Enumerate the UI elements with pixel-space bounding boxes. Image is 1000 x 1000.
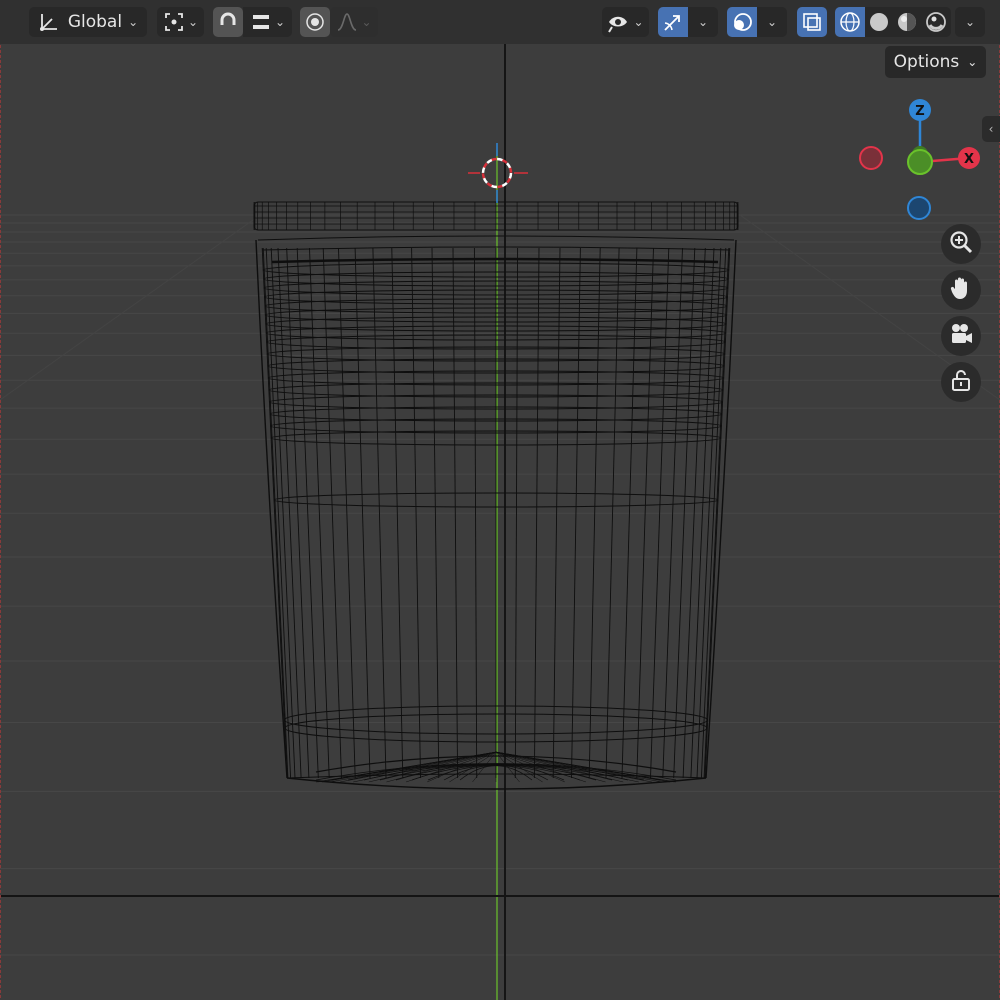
chevron-down-icon: ⌄ xyxy=(964,15,976,29)
pivot-point-icon xyxy=(163,11,185,33)
x-axis-label: X xyxy=(964,152,974,167)
snap-toggle[interactable] xyxy=(213,7,243,37)
snap-magnet-icon xyxy=(217,11,239,33)
overlays-toggle[interactable] xyxy=(727,7,757,37)
x-axis-handle[interactable]: X xyxy=(958,147,980,169)
snap-target-dropdown[interactable]: ⌄ xyxy=(243,7,292,37)
shading-material-button[interactable] xyxy=(893,7,921,37)
overlays-dropdown[interactable]: ⌄ xyxy=(757,7,787,37)
negative-x-axis-handle[interactable] xyxy=(859,146,883,170)
shading-wireframe-button[interactable] xyxy=(835,7,865,37)
camera-view-button[interactable] xyxy=(941,316,981,356)
chevron-down-icon: ⌄ xyxy=(128,15,139,29)
z-axis-label: Z xyxy=(915,104,924,119)
gizmo-dropdown[interactable]: ⌄ xyxy=(688,7,718,37)
zoom-button[interactable] xyxy=(941,224,981,264)
wireframe-sphere-icon xyxy=(839,11,861,33)
chevron-down-icon: ⌄ xyxy=(361,15,372,29)
chevron-down-icon: ⌄ xyxy=(967,55,978,69)
chevron-down-icon: ⌄ xyxy=(633,15,644,29)
y-axis-handle[interactable] xyxy=(907,149,933,175)
falloff-curve-icon xyxy=(336,11,358,33)
options-dropdown[interactable]: Options ⌄ xyxy=(885,46,986,78)
rendered-sphere-icon xyxy=(925,11,947,33)
proportional-editing-icon xyxy=(304,11,326,33)
pivot-point-dropdown[interactable]: ⌄ xyxy=(157,7,204,37)
xray-toggle-icon xyxy=(801,11,823,33)
chevron-down-icon: ⌄ xyxy=(766,15,778,29)
options-label: Options xyxy=(893,52,960,72)
gizmo-toggle[interactable] xyxy=(658,7,688,37)
wireframe-mesh xyxy=(253,201,739,790)
pan-button[interactable] xyxy=(941,270,981,310)
lock-view-icon xyxy=(948,367,974,397)
pan-hand-icon xyxy=(948,275,974,305)
chevron-down-icon: ⌄ xyxy=(187,15,199,29)
grid-perspective-line xyxy=(0,214,261,401)
3d-viewport[interactable]: Global ⌄ ⌄ ⌄ ⌄ ⌄ ⌄ ⌄ ⌄ Options ⌄ ‹ Z X xyxy=(0,0,1000,1000)
chevron-down-icon: ⌄ xyxy=(697,15,709,29)
falloff-dropdown[interactable]: ⌄ xyxy=(330,7,378,37)
z-axis-handle[interactable]: Z xyxy=(909,99,931,121)
transform-orientation-icon xyxy=(38,11,60,33)
chevron-down-icon: ⌄ xyxy=(274,15,286,29)
gizmo-toggle-icon xyxy=(662,11,684,33)
proportional-editing-toggle[interactable] xyxy=(300,7,330,37)
chevron-left-icon: ‹ xyxy=(988,122,994,136)
3d-cursor[interactable] xyxy=(468,143,528,203)
orientation-label: Global xyxy=(67,12,123,32)
snap-increment-icon xyxy=(250,11,272,33)
xray-toggle[interactable] xyxy=(797,7,827,37)
material-sphere-icon xyxy=(896,11,918,33)
solid-sphere-icon xyxy=(868,11,890,33)
negative-z-axis-handle[interactable] xyxy=(907,196,931,220)
lock-view-button[interactable] xyxy=(941,362,981,402)
zoom-icon xyxy=(948,229,974,259)
navigation-gizmo[interactable]: Z X xyxy=(850,92,985,227)
editor-divider xyxy=(0,895,1000,897)
transform-orientation-dropdown[interactable]: Global ⌄ xyxy=(29,7,147,37)
overlays-icon xyxy=(731,11,753,33)
shading-options-dropdown[interactable]: ⌄ xyxy=(955,7,985,37)
object-visibility-dropdown[interactable]: ⌄ xyxy=(602,7,649,37)
viewport-header: Global ⌄ ⌄ ⌄ ⌄ ⌄ ⌄ ⌄ ⌄ xyxy=(0,0,1000,44)
camera-view-icon xyxy=(948,321,974,351)
object-visibility-icon xyxy=(607,11,631,33)
shading-rendered-button[interactable] xyxy=(921,7,951,37)
shading-solid-button[interactable] xyxy=(865,7,893,37)
